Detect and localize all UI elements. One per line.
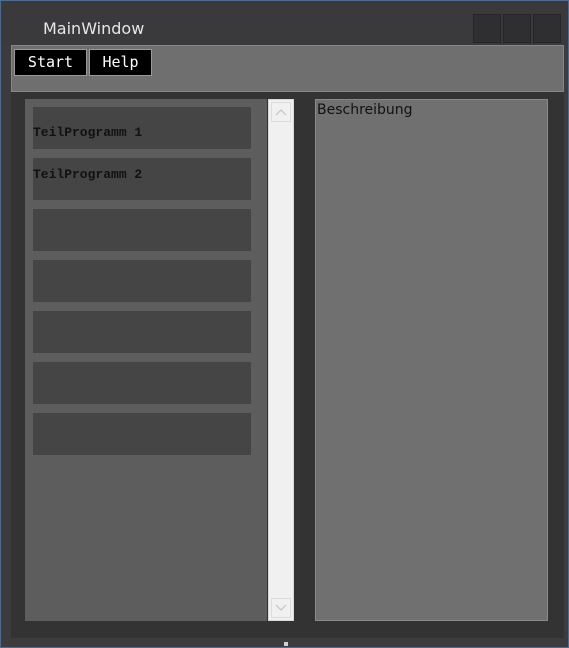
list-item-label: TeilProgramm 1 [33, 125, 143, 140]
list-item[interactable] [33, 362, 251, 404]
chevron-down-icon [275, 604, 287, 611]
list-item[interactable] [33, 413, 251, 455]
list-scrollbar[interactable] [268, 99, 294, 621]
program-list: TeilProgramm 1 TeilProgramm 2 [25, 99, 267, 621]
list-item[interactable] [33, 209, 251, 251]
list-item-label: TeilProgramm 2 [33, 167, 143, 182]
scroll-down-button[interactable] [271, 598, 291, 618]
scroll-up-button[interactable] [271, 102, 291, 122]
help-button[interactable]: Help [89, 49, 152, 76]
list-item[interactable]: TeilProgramm 1 [33, 107, 251, 149]
resize-grip[interactable] [284, 642, 288, 646]
description-text: Beschreibung [317, 102, 413, 118]
maximize-button[interactable] [503, 14, 531, 43]
description-panel: Beschreibung [315, 99, 548, 621]
chevron-up-icon [275, 109, 287, 116]
title-bar[interactable]: MainWindow [1, 1, 568, 45]
list-item[interactable]: TeilProgramm 2 [33, 158, 251, 200]
close-button[interactable] [533, 14, 561, 43]
list-item[interactable] [33, 260, 251, 302]
toolbar: Start Help [11, 45, 564, 92]
main-window: MainWindow Start Help TeilProgramm 1 Tei… [0, 0, 569, 648]
window-title: MainWindow [43, 19, 145, 38]
client-area: Start Help TeilProgramm 1 TeilProgramm 2 [11, 45, 564, 638]
list-item[interactable] [33, 311, 251, 353]
start-button[interactable]: Start [14, 49, 87, 76]
minimize-button[interactable] [473, 14, 501, 43]
